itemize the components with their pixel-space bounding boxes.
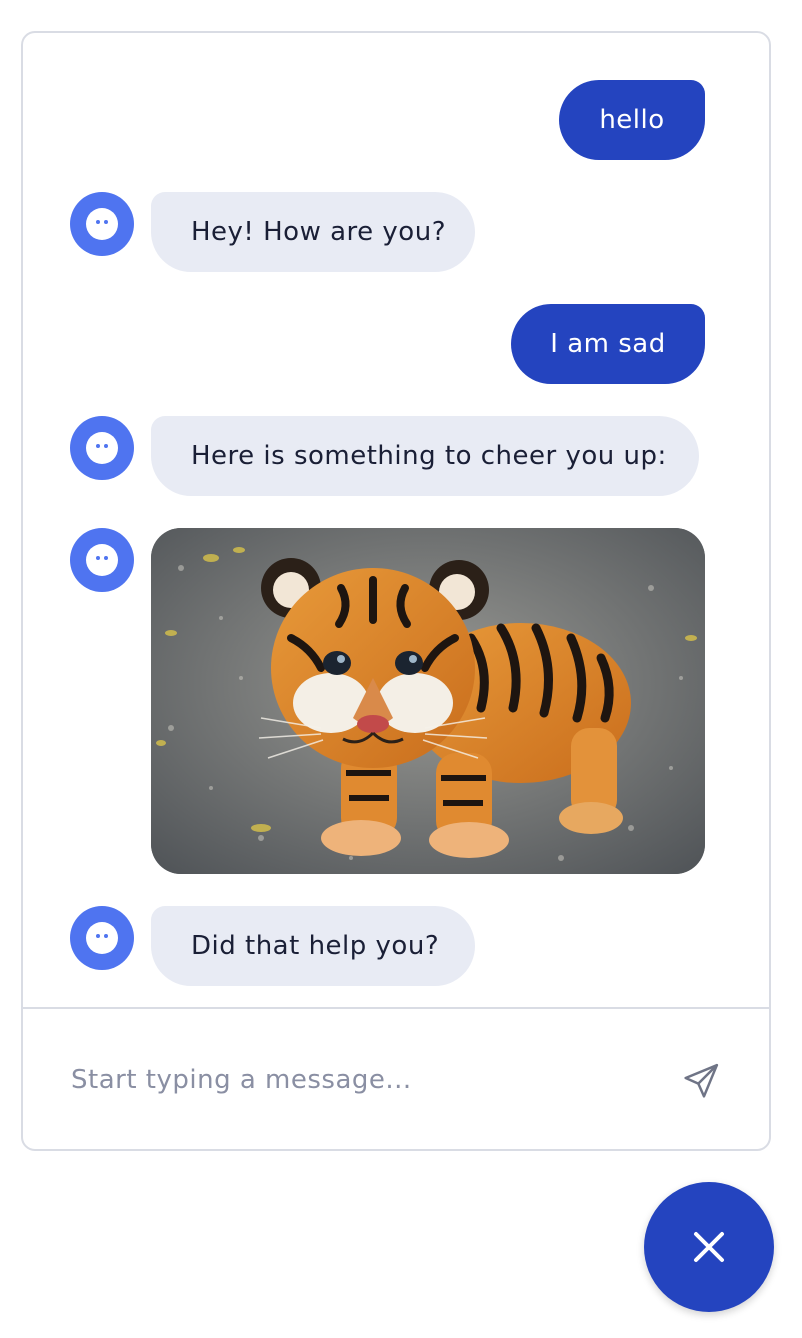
close-chat-button[interactable]: [644, 1182, 774, 1312]
bot-message: Did that help you?: [151, 906, 475, 986]
message-text: Here is something to cheer you up:: [191, 441, 667, 471]
bot-face-icon: [86, 544, 118, 576]
message-text: Did that help you?: [191, 931, 440, 961]
message-input[interactable]: [69, 1049, 653, 1111]
user-message: I am sad: [511, 304, 705, 384]
bot-avatar: [70, 906, 134, 970]
user-message: hello: [559, 80, 705, 160]
message-text: hello: [599, 105, 665, 135]
message-composer: [23, 1007, 769, 1149]
tiger-cub-illustration: [151, 528, 705, 874]
bot-avatar: [70, 192, 134, 256]
message-list[interactable]: hello Hey! How are you? I am sad Here is…: [23, 33, 769, 1007]
chat-window: hello Hey! How are you? I am sad Here is…: [21, 31, 771, 1151]
close-icon: [694, 1232, 724, 1262]
tiger-cub-image[interactable]: [151, 528, 705, 874]
paper-plane-icon: [684, 1063, 719, 1098]
message-text: I am sad: [550, 329, 666, 359]
bot-message: Hey! How are you?: [151, 192, 475, 272]
bot-message: Here is something to cheer you up:: [151, 416, 699, 496]
bot-face-icon: [86, 432, 118, 464]
bot-face-icon: [86, 922, 118, 954]
send-button[interactable]: [679, 1059, 723, 1103]
bot-avatar: [70, 528, 134, 592]
bot-avatar: [70, 416, 134, 480]
message-text: Hey! How are you?: [191, 217, 446, 247]
bot-face-icon: [86, 208, 118, 240]
